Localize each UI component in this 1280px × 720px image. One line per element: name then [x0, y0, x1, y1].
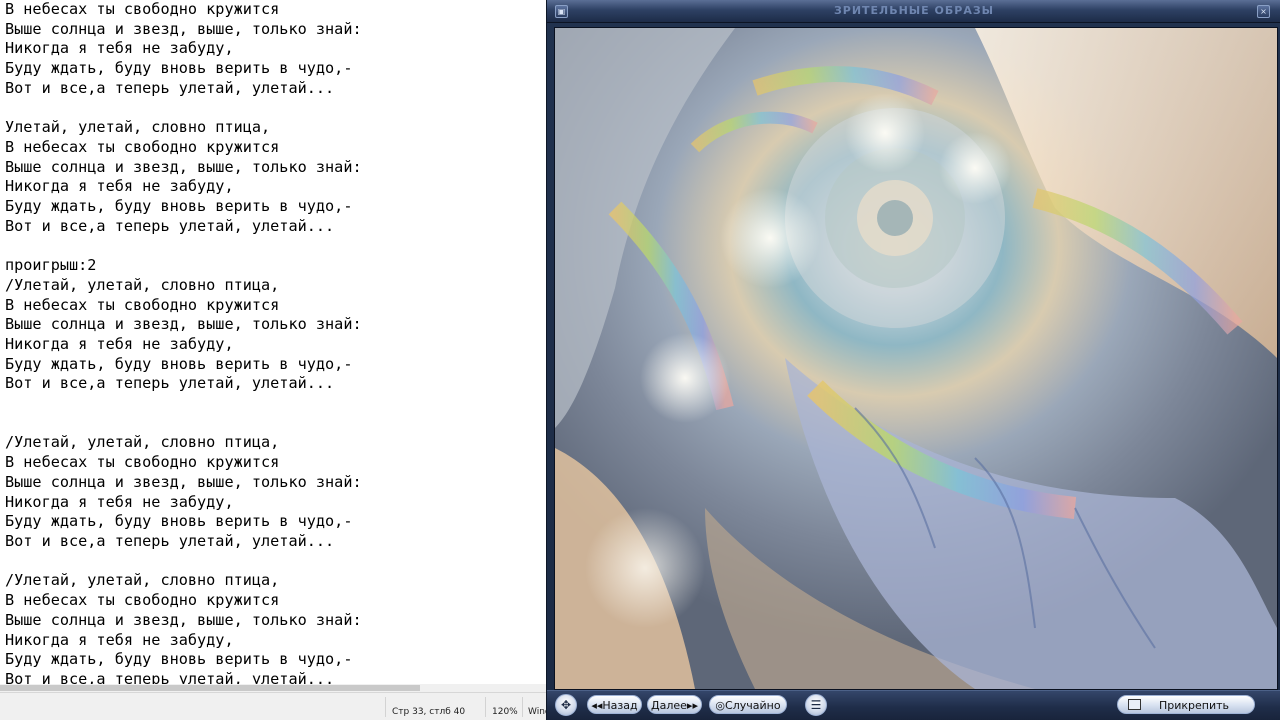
text-line[interactable]: Вот и все,а теперь улетай, улетай...	[5, 79, 362, 99]
screen: В небесах ты свободно кружится Выше солнц…	[0, 0, 1280, 720]
forward-icon: ▸▸	[686, 699, 698, 712]
text-line[interactable]: В небесах ты свободно кружится	[5, 296, 362, 316]
horizontal-scrollbar[interactable]	[0, 684, 548, 692]
text-line[interactable]: Никогда я тебя не забуду,	[5, 631, 362, 651]
text-line[interactable]	[5, 99, 362, 119]
pin-icon	[1128, 699, 1141, 710]
text-line[interactable]: Вот и все,а теперь улетай, улетай...	[5, 374, 362, 394]
back-label: Назад	[602, 699, 638, 712]
random-button[interactable]: ◎Случайно	[709, 695, 787, 714]
options-menu-icon[interactable]: ☰	[805, 694, 827, 716]
text-line[interactable]: Выше солнца и звезд, выше, только знай:	[5, 473, 362, 493]
text-line[interactable]: Выше солнца и звезд, выше, только знай:	[5, 315, 362, 335]
text-line[interactable]: В небесах ты свободно кружится	[5, 0, 362, 20]
text-line[interactable]	[5, 414, 362, 434]
next-label: Далее	[651, 699, 687, 712]
pin-button[interactable]: Прикрепить	[1117, 695, 1255, 714]
lyrics-text[interactable]: В небесах ты свободно кружится Выше солнц…	[5, 0, 362, 690]
text-line[interactable]: Буду ждать, буду вновь верить в чудо,-	[5, 59, 362, 79]
text-line[interactable]: /Улетай, улетай, словно птица,	[5, 571, 362, 591]
text-line[interactable]: Улетай, улетай, словно птица,	[5, 118, 362, 138]
status-divider	[485, 697, 486, 717]
cursor-position: Стр 33, стлб 40	[392, 707, 466, 717]
text-line[interactable]: Буду ждать, буду вновь верить в чудо,-	[5, 512, 362, 532]
text-line[interactable]: Выше солнца и звезд, выше, только знай:	[5, 158, 362, 178]
text-line[interactable]	[5, 552, 362, 572]
text-editor[interactable]: В небесах ты свободно кружится Выше солнц…	[0, 0, 548, 692]
text-line[interactable]: Вот и все,а теперь улетай, улетай...	[5, 532, 362, 552]
visualization-display	[554, 27, 1278, 690]
text-line[interactable]: проигрыш:2	[5, 256, 362, 276]
pin-label: Прикрепить	[1159, 699, 1230, 712]
text-line[interactable]	[5, 394, 362, 414]
fractal-visualization	[555, 28, 1277, 689]
rewind-icon: ◂◂	[591, 699, 603, 712]
text-line[interactable]	[5, 236, 362, 256]
status-bar: Стр 33, стлб 40 120% Wind	[0, 692, 551, 720]
text-line[interactable]: Выше солнца и звезд, выше, только знай:	[5, 20, 362, 40]
move-icon[interactable]: ✥	[555, 694, 577, 716]
text-line[interactable]: Никогда я тебя не забуду,	[5, 335, 362, 355]
visualizer-controls: ✥ ◂◂Назад Далее▸▸ ◎Случайно ☰ Прикрепить	[547, 690, 1280, 720]
text-line[interactable]: Буду ждать, буду вновь верить в чудо,-	[5, 197, 362, 217]
text-line[interactable]: Никогда я тебя не забуду,	[5, 493, 362, 513]
text-line[interactable]: /Улетай, улетай, словно птица,	[5, 276, 362, 296]
text-line[interactable]: В небесах ты свободно кружится	[5, 453, 362, 473]
random-label: Случайно	[725, 699, 781, 712]
text-line[interactable]: В небесах ты свободно кружится	[5, 138, 362, 158]
status-divider	[522, 697, 523, 717]
visualizer-titlebar[interactable]: ▣ ЗРИТЕЛЬНЫЕ ОБРАЗЫ ×	[547, 0, 1280, 23]
shuffle-icon: ◎	[715, 699, 726, 712]
text-line[interactable]: Никогда я тебя не забуду,	[5, 177, 362, 197]
next-button[interactable]: Далее▸▸	[647, 695, 702, 714]
text-line[interactable]: Никогда я тебя не забуду,	[5, 39, 362, 59]
text-line[interactable]: В небесах ты свободно кружится	[5, 591, 362, 611]
text-line[interactable]: Вот и все,а теперь улетай, улетай...	[5, 217, 362, 237]
text-line[interactable]: Буду ждать, буду вновь верить в чудо,-	[5, 355, 362, 375]
visualizer-title: ЗРИТЕЛЬНЫЕ ОБРАЗЫ	[833, 4, 995, 17]
text-line[interactable]: Буду ждать, буду вновь верить в чудо,-	[5, 650, 362, 670]
visualizer-window: ▣ ЗРИТЕЛЬНЫЕ ОБРАЗЫ × ✥ ◂◂Назад Далее▸▸ …	[546, 0, 1280, 720]
text-line[interactable]: /Улетай, улетай, словно птица,	[5, 433, 362, 453]
status-divider	[385, 697, 386, 717]
scrollbar-thumb[interactable]	[0, 685, 420, 691]
back-button[interactable]: ◂◂Назад	[587, 695, 642, 714]
close-icon[interactable]: ×	[1257, 5, 1270, 18]
zoom-level: 120%	[492, 707, 518, 717]
text-line[interactable]: Выше солнца и звезд, выше, только знай:	[5, 611, 362, 631]
